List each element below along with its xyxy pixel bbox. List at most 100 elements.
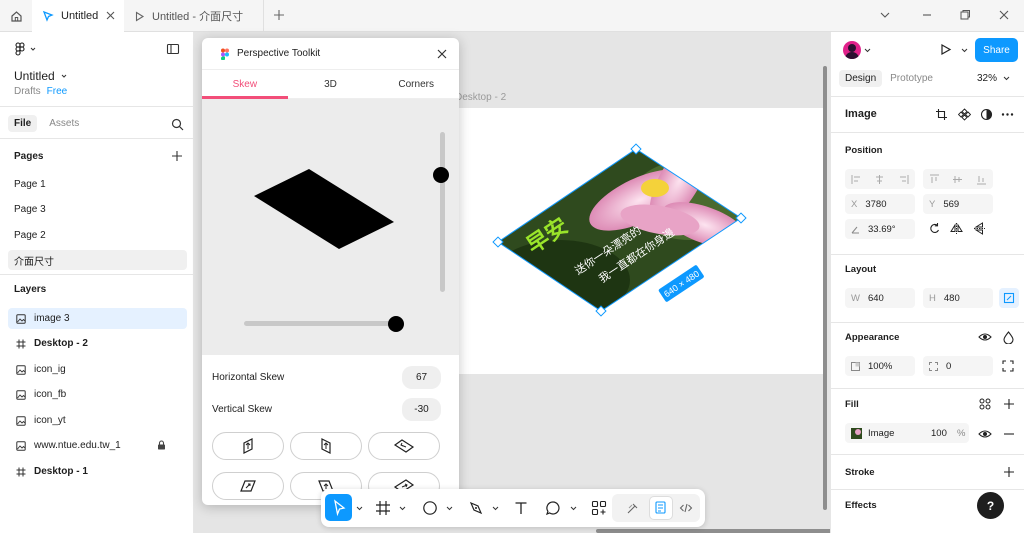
vertical-skew-slider-handle[interactable] [433,167,449,183]
resize-handle[interactable] [492,236,504,248]
add-fill-plus-icon[interactable] [1003,398,1015,410]
close-icon[interactable] [436,48,448,60]
crop-icon[interactable] [935,108,948,121]
window-close-icon[interactable] [997,8,1011,22]
comment-tool-button[interactable] [543,498,563,518]
tab-skew[interactable]: Skew [202,70,288,99]
move-tool-button[interactable] [325,494,352,521]
zoom-dropdown[interactable]: 32% [977,73,1010,84]
align-left-icon[interactable] [851,174,862,185]
close-icon[interactable] [105,10,116,21]
add-page-plus-icon[interactable] [171,150,183,162]
horizontal-scrollbar[interactable] [596,529,832,533]
remove-fill-minus-icon[interactable] [1003,428,1015,440]
blend-drop-icon[interactable] [1003,331,1014,344]
chevron-down-icon[interactable] [399,505,406,512]
layer-row-image-3[interactable]: image 3 [8,308,187,329]
vertical-skew-slider-track[interactable] [440,132,445,292]
preset-skew-up-left[interactable] [290,432,362,460]
search-icon[interactable] [171,118,184,131]
chevron-down-icon[interactable] [446,505,453,512]
page-item[interactable]: Page 2 [8,225,187,245]
shape-tool-button[interactable] [420,498,440,518]
height-field[interactable]: H 480 [923,288,993,308]
chevron-down-icon[interactable] [961,47,968,54]
frame-tool-button[interactable] [373,498,393,518]
horizontal-skew-slider-handle[interactable] [388,316,404,332]
flip-vertical-icon[interactable] [973,222,986,235]
minimize-icon[interactable] [920,8,934,22]
sidebar-toggle-icon[interactable] [166,42,180,56]
user-avatar[interactable] [843,41,861,59]
align-bottom-icon[interactable] [976,174,987,185]
frame-label[interactable]: Desktop - 2 [455,92,506,103]
draw-mode-icon[interactable] [626,501,640,515]
text-tool-button[interactable] [511,498,531,518]
tab-untitled-interface[interactable]: Untitled - 介面尺寸 [124,0,264,32]
fill-visibility-eye-icon[interactable] [978,428,992,440]
skewed-image[interactable]: 早安 送你一朵漂亮的 我一直都在你身邊 [490,140,750,320]
main-menu-button[interactable] [14,42,37,56]
help-button[interactable]: ? [977,492,1004,519]
layer-row-desktop-2[interactable]: Desktop - 2 [8,333,187,354]
vertical-scrollbar[interactable] [823,66,827,510]
tab-file[interactable]: File [8,115,38,132]
align-right-icon[interactable] [898,174,909,185]
tab-prototype[interactable]: Prototype [884,70,939,87]
tab-untitled[interactable]: Untitled [32,0,124,32]
chevron-down-icon[interactable] [878,8,892,22]
corner-radius-field[interactable]: 0 [923,356,993,376]
layer-row-ntue[interactable]: www.ntue.edu.tw_1 [8,435,187,456]
tab-corners[interactable]: Corners [373,70,459,98]
lock-icon[interactable] [157,440,166,450]
mask-icon[interactable] [980,108,993,121]
new-tab-plus-icon[interactable] [272,8,286,22]
home-button[interactable] [0,0,32,32]
actions-button[interactable] [589,498,609,518]
tab-3d[interactable]: 3D [288,70,374,98]
preset-skew-up-right[interactable] [212,432,284,460]
independent-corners-icon[interactable] [1002,360,1014,372]
opacity-field[interactable]: 100% [845,356,915,376]
vertical-skew-input[interactable]: -30 [402,398,441,421]
chevron-down-icon[interactable] [570,505,577,512]
preset-skew-right[interactable] [212,472,284,500]
more-options-icon[interactable] [1001,108,1014,121]
layer-row-icon-fb[interactable]: icon_fb [8,384,187,405]
y-position-field[interactable]: Y 569 [923,194,993,214]
layer-row-desktop-1[interactable]: Desktop - 1 [8,461,187,482]
component-icon[interactable] [958,108,971,121]
fill-row[interactable]: Image 100 % [845,423,969,443]
visibility-eye-icon[interactable] [978,331,992,343]
share-button[interactable]: Share [975,38,1018,62]
pen-tool-button[interactable] [466,498,486,518]
code-icon[interactable] [679,501,693,515]
horizontal-skew-slider-track[interactable] [244,321,396,326]
chevron-down-icon[interactable] [356,505,363,512]
preset-skew-flat-left[interactable] [368,432,440,460]
drafts-link[interactable]: Drafts [14,86,41,97]
flip-horizontal-icon[interactable] [950,222,963,235]
horizontal-skew-input[interactable]: 67 [402,366,441,389]
page-item[interactable]: Page 3 [8,199,187,219]
page-item-selected[interactable]: 介面尺寸 [8,250,187,270]
add-stroke-plus-icon[interactable] [1003,466,1015,478]
plan-badge[interactable]: Free [47,86,68,97]
width-field[interactable]: W 640 [845,288,915,308]
constrain-proportions-icon[interactable] [999,288,1019,308]
layer-row-icon-ig[interactable]: icon_ig [8,359,187,380]
layer-row-icon-yt[interactable]: icon_yt [8,410,187,431]
page-item[interactable]: Page 1 [8,174,187,194]
plugin-header[interactable]: Perspective Toolkit [202,38,459,70]
fill-styles-grid-icon[interactable] [979,398,991,410]
chevron-down-icon[interactable] [492,505,499,512]
present-play-icon[interactable] [939,43,952,56]
align-center-h-icon[interactable] [874,174,885,185]
rotate-icon[interactable] [928,222,941,235]
tab-assets[interactable]: Assets [43,115,85,132]
resize-handle[interactable] [735,212,747,224]
restore-icon[interactable] [958,8,972,22]
align-middle-icon[interactable] [952,174,963,185]
file-title[interactable]: Untitled [14,69,68,83]
rotation-field[interactable]: 33.69° [845,219,915,239]
